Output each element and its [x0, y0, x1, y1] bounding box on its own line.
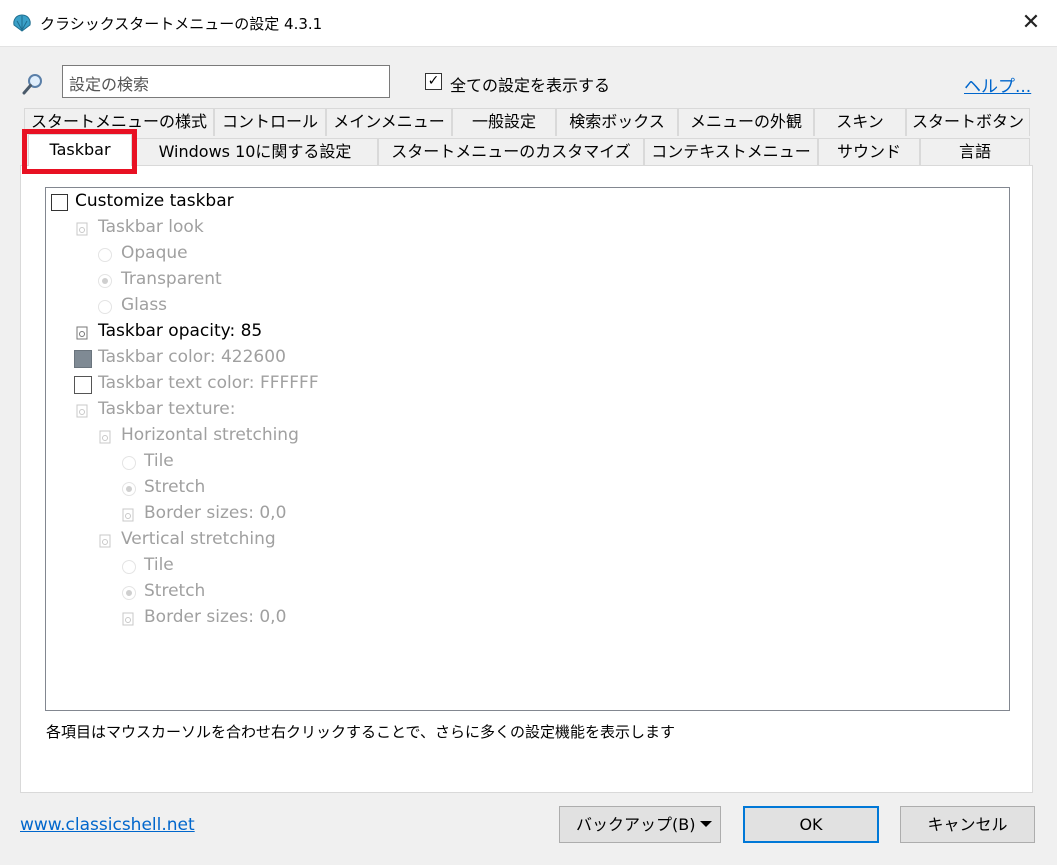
setting-icon [76, 222, 88, 236]
opaque-label: Opaque [121, 243, 188, 263]
h-tile-label: Tile [144, 451, 174, 471]
h-tile-radio [122, 456, 136, 470]
tab-customize-start-menu[interactable]: スタートメニューのカスタマイズ [378, 138, 644, 166]
v-border-sizes-label: Border sizes: 0,0 [144, 607, 287, 627]
settings-tree[interactable]: Customize taskbar Taskbar look Opaque Tr… [45, 187, 1010, 711]
taskbar-texture-label: Taskbar texture: [98, 399, 236, 419]
setting-icon [122, 508, 134, 522]
show-all-label[interactable]: 全ての設定を表示する [450, 72, 610, 96]
taskbar-color-swatch [74, 350, 92, 368]
tab-main-menu[interactable]: メインメニュー [326, 108, 452, 136]
customize-taskbar-checkbox[interactable] [51, 194, 68, 211]
close-button[interactable]: ✕ [1016, 8, 1046, 38]
vertical-stretching-label: Vertical stretching [121, 529, 276, 549]
ok-button[interactable]: OK [743, 806, 879, 843]
v-tile-radio [122, 560, 136, 574]
setting-icon [76, 326, 88, 340]
glass-radio [98, 300, 112, 314]
setting-icon [99, 534, 111, 548]
h-stretch-label: Stretch [144, 477, 206, 497]
tab-windows10[interactable]: Windows 10に関する設定 [132, 138, 378, 166]
backup-button[interactable]: バックアップ(B) [559, 806, 721, 843]
horizontal-stretching-label: Horizontal stretching [121, 425, 299, 445]
search-input[interactable]: 設定の検索 [62, 65, 390, 98]
tab-start-button[interactable]: スタートボタン [906, 108, 1030, 136]
v-stretch-radio [122, 586, 136, 600]
taskbar-opacity-label[interactable]: Taskbar opacity: 85 [98, 321, 262, 341]
tab-search-box[interactable]: 検索ボックス [556, 108, 678, 136]
taskbar-look-label: Taskbar look [98, 217, 204, 237]
taskbar-color-label: Taskbar color: 422600 [98, 347, 286, 367]
tab-context-menu[interactable]: コンテキストメニュー [644, 138, 818, 166]
show-all-checkbox[interactable]: ✓ [425, 73, 442, 90]
search-icon [22, 74, 42, 95]
v-tile-label: Tile [144, 555, 174, 575]
tab-language[interactable]: 言語 [920, 138, 1030, 166]
transparent-label: Transparent [121, 269, 222, 289]
tab-controls[interactable]: コントロール [214, 108, 326, 136]
customize-taskbar-label[interactable]: Customize taskbar [75, 191, 234, 211]
setting-icon [99, 430, 111, 444]
window-title: クラシックスタートメニューの設定 4.3.1 [40, 15, 323, 33]
chevron-down-icon [700, 821, 712, 827]
help-link[interactable]: ヘルプ... [964, 72, 1031, 97]
tab-menu-look[interactable]: メニューの外観 [678, 108, 814, 136]
opaque-radio [98, 248, 112, 262]
website-link[interactable]: www.classicshell.net [20, 815, 195, 835]
glass-label: Glass [121, 295, 168, 315]
cancel-button[interactable]: キャンセル [900, 806, 1035, 843]
h-stretch-radio [122, 482, 136, 496]
v-stretch-label: Stretch [144, 581, 206, 601]
classic-shell-icon [13, 14, 31, 32]
setting-icon [122, 612, 134, 626]
taskbar-text-color-label: Taskbar text color: FFFFFF [98, 373, 319, 393]
setting-icon [76, 404, 88, 418]
tab-general[interactable]: 一般設定 [452, 108, 556, 136]
h-border-sizes-label: Border sizes: 0,0 [144, 503, 287, 523]
hint-text: 各項目はマウスカーソルを合わせ右クリックすることで、さらに多くの設定機能を表示し… [46, 723, 675, 741]
tab-sound[interactable]: サウンド [818, 138, 920, 166]
tab-skin[interactable]: スキン [814, 108, 906, 136]
transparent-radio [98, 274, 112, 288]
highlight-box [22, 129, 137, 174]
backup-button-label: バックアップ(B) [576, 815, 696, 834]
taskbar-text-color-swatch [74, 376, 92, 394]
